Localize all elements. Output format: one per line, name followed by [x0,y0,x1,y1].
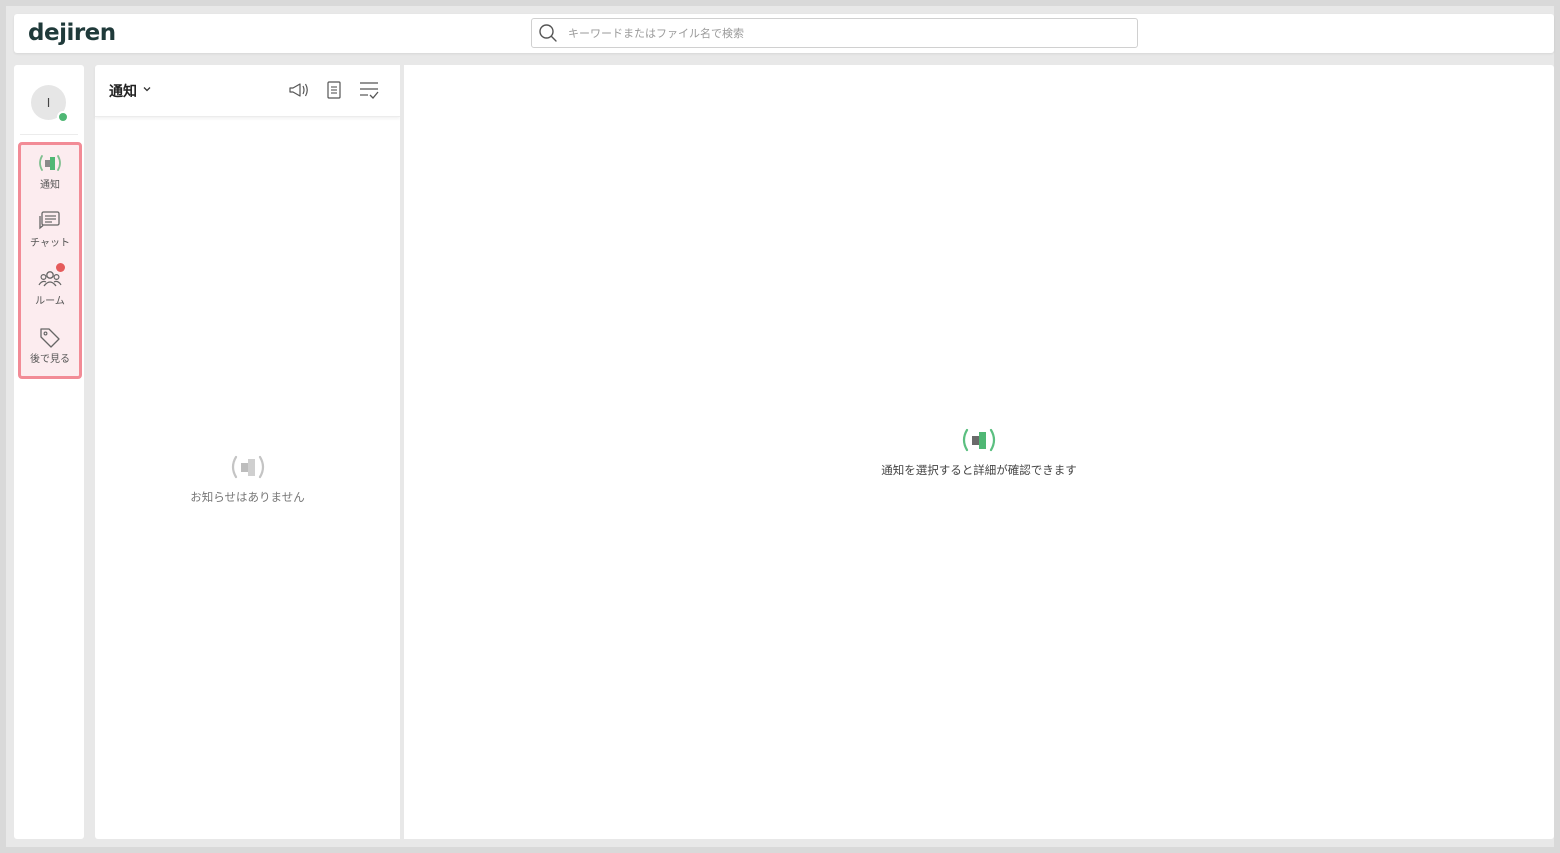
mark-all-read-icon[interactable] [358,79,380,101]
notification-list-panel: 通知 お知らせはありません [95,65,400,839]
top-bar: dejiren キーワードまたはファイル名で検索 [14,14,1554,53]
detail-panel: 通知を選択すると詳細が確認できます [404,65,1554,839]
announcement-icon[interactable] [288,79,310,101]
sidebar-item-room[interactable]: ルーム [21,263,79,317]
empty-state-text: 通知を選択すると詳細が確認できます [881,463,1077,477]
presence-indicator [57,111,69,123]
chevron-down-icon [141,83,153,99]
megaphone-icon [229,453,267,485]
sidebar: I 通知 チャット ルーム 後で見る [14,65,84,839]
sidebar-item-label: チャット [30,238,70,249]
search-input[interactable]: キーワードまたはファイル名で検索 [568,25,744,41]
empty-state: 通知を選択すると詳細が確認できます [404,426,1554,478]
list-title-dropdown[interactable]: 通知 [109,81,153,101]
avatar-initial: I [46,95,51,110]
list-header: 通知 [95,65,400,117]
app-logo[interactable]: dejiren [28,20,116,46]
megaphone-icon [960,426,998,458]
sidebar-item-label: 後で見る [30,354,70,365]
sidebar-item-label: ルーム [35,296,65,307]
empty-state: お知らせはありません [95,453,400,505]
chat-icon [37,209,63,233]
list-title: 通知 [109,84,137,100]
sidebar-item-chat[interactable]: チャット [21,209,79,259]
empty-state-text: お知らせはありません [190,490,305,504]
sidebar-divider [20,134,78,135]
document-icon[interactable] [323,79,345,101]
sidebar-item-watch-later[interactable]: 後で見る [21,325,79,375]
search-bar[interactable]: キーワードまたはファイル名で検索 [531,18,1138,48]
tag-icon [37,325,63,349]
sidebar-item-label: 通知 [40,180,60,191]
sidebar-item-notifications[interactable]: 通知 [21,151,79,201]
nav-group: 通知 チャット ルーム 後で見る [18,142,82,379]
search-icon [538,23,558,43]
notification-badge [56,263,65,272]
megaphone-icon [37,151,63,175]
